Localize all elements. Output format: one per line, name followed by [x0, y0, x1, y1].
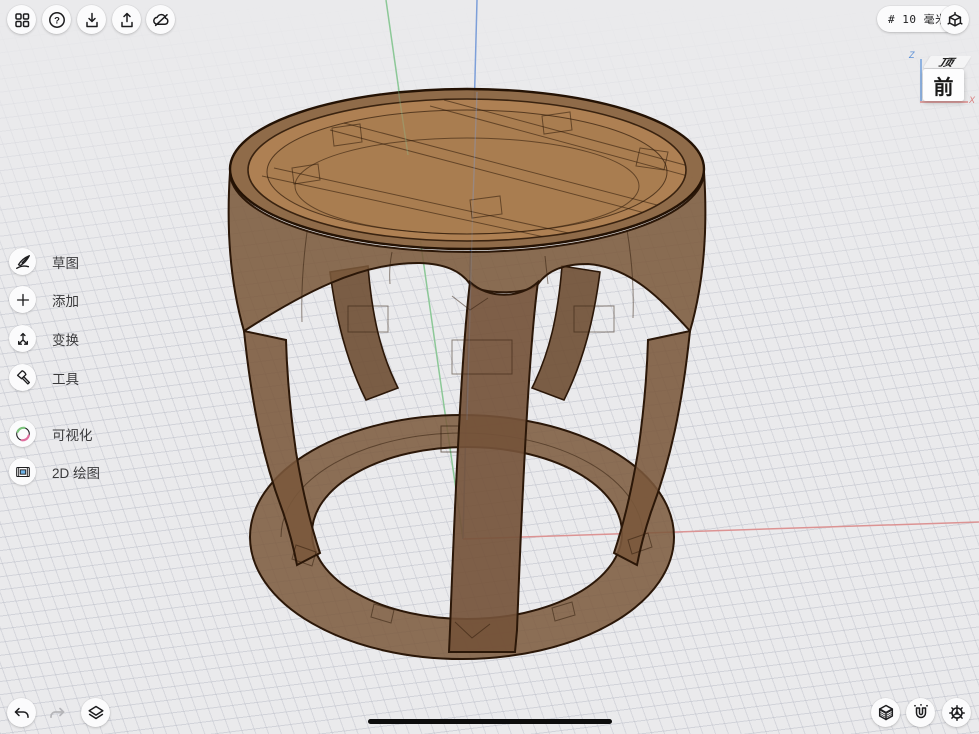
sidebar-item-transform[interactable]: 变换: [9, 325, 79, 352]
undo-arrow-icon: [12, 703, 32, 723]
layers-stack-icon: [86, 703, 106, 723]
settings-button[interactable]: [942, 698, 971, 727]
sidebar-item-2d-drawing[interactable]: 2D 绘图: [9, 458, 100, 485]
sidebar-label-transform: 变换: [52, 329, 79, 349]
viewcube-top-face[interactable]: 顶: [923, 56, 972, 68]
model-drum-stool[interactable]: [0, 0, 979, 734]
sidebar-item-sketch[interactable]: 草图: [9, 248, 79, 275]
sketch-pen-icon: [14, 253, 32, 271]
plus-icon: [14, 291, 32, 309]
sync-button[interactable]: [146, 5, 175, 34]
settings-gear-icon: [947, 703, 967, 723]
snap-magnet-icon: [911, 703, 931, 723]
sidebar-label-add: 添加: [52, 290, 79, 310]
viewcube-front-face[interactable]: 前: [923, 69, 964, 101]
hammer-icon: [14, 369, 32, 387]
visualize-planet-icon: [14, 425, 32, 443]
layers-button[interactable]: [81, 698, 110, 727]
offline-cloud-icon: [151, 10, 171, 30]
viewport-3d[interactable]: [0, 0, 979, 734]
mesh-cube-icon: [876, 703, 896, 723]
viewcube-z-label: Z: [909, 50, 915, 60]
export-button[interactable]: [112, 5, 141, 34]
viewcube-gizmo[interactable]: Z X 顶 前: [906, 50, 979, 114]
sidebar-label-visualize: 可视化: [52, 424, 93, 444]
sidebar-label-sketch: 草图: [52, 252, 79, 272]
home-indicator[interactable]: [368, 719, 612, 724]
undo-button[interactable]: [7, 698, 36, 727]
redo-button: [42, 698, 71, 727]
redo-arrow-icon: [47, 703, 67, 723]
drawing-scroll-icon: [14, 463, 32, 481]
sidebar-item-tools[interactable]: 工具: [9, 364, 79, 391]
app-menu-button[interactable]: [7, 5, 36, 34]
units-value: # 10 毫米: [888, 11, 947, 27]
help-button[interactable]: ?: [42, 5, 71, 34]
display-mode-button[interactable]: [871, 698, 900, 727]
export-arrow-up-icon: [117, 10, 137, 30]
orientation-button[interactable]: [940, 5, 969, 34]
question-icon: ?: [47, 10, 67, 30]
import-button[interactable]: [77, 5, 106, 34]
viewcube-x-axis: [920, 101, 968, 103]
sidebar-item-add[interactable]: 添加: [9, 286, 79, 313]
svg-text:?: ?: [54, 15, 60, 26]
viewcube-x-label: X: [969, 95, 975, 105]
snapping-button[interactable]: [906, 698, 935, 727]
import-arrow-down-icon: [82, 10, 102, 30]
transform-arrows-icon: [14, 330, 32, 348]
sidebar-label-tools: 工具: [52, 368, 79, 388]
sidebar-item-visualize[interactable]: 可视化: [9, 420, 93, 447]
viewcube-z-axis: [920, 59, 922, 102]
sidebar-label-2d-drawing: 2D 绘图: [52, 462, 100, 482]
wireframe-cube-icon: [945, 10, 965, 30]
app-grid-icon: [12, 10, 32, 30]
